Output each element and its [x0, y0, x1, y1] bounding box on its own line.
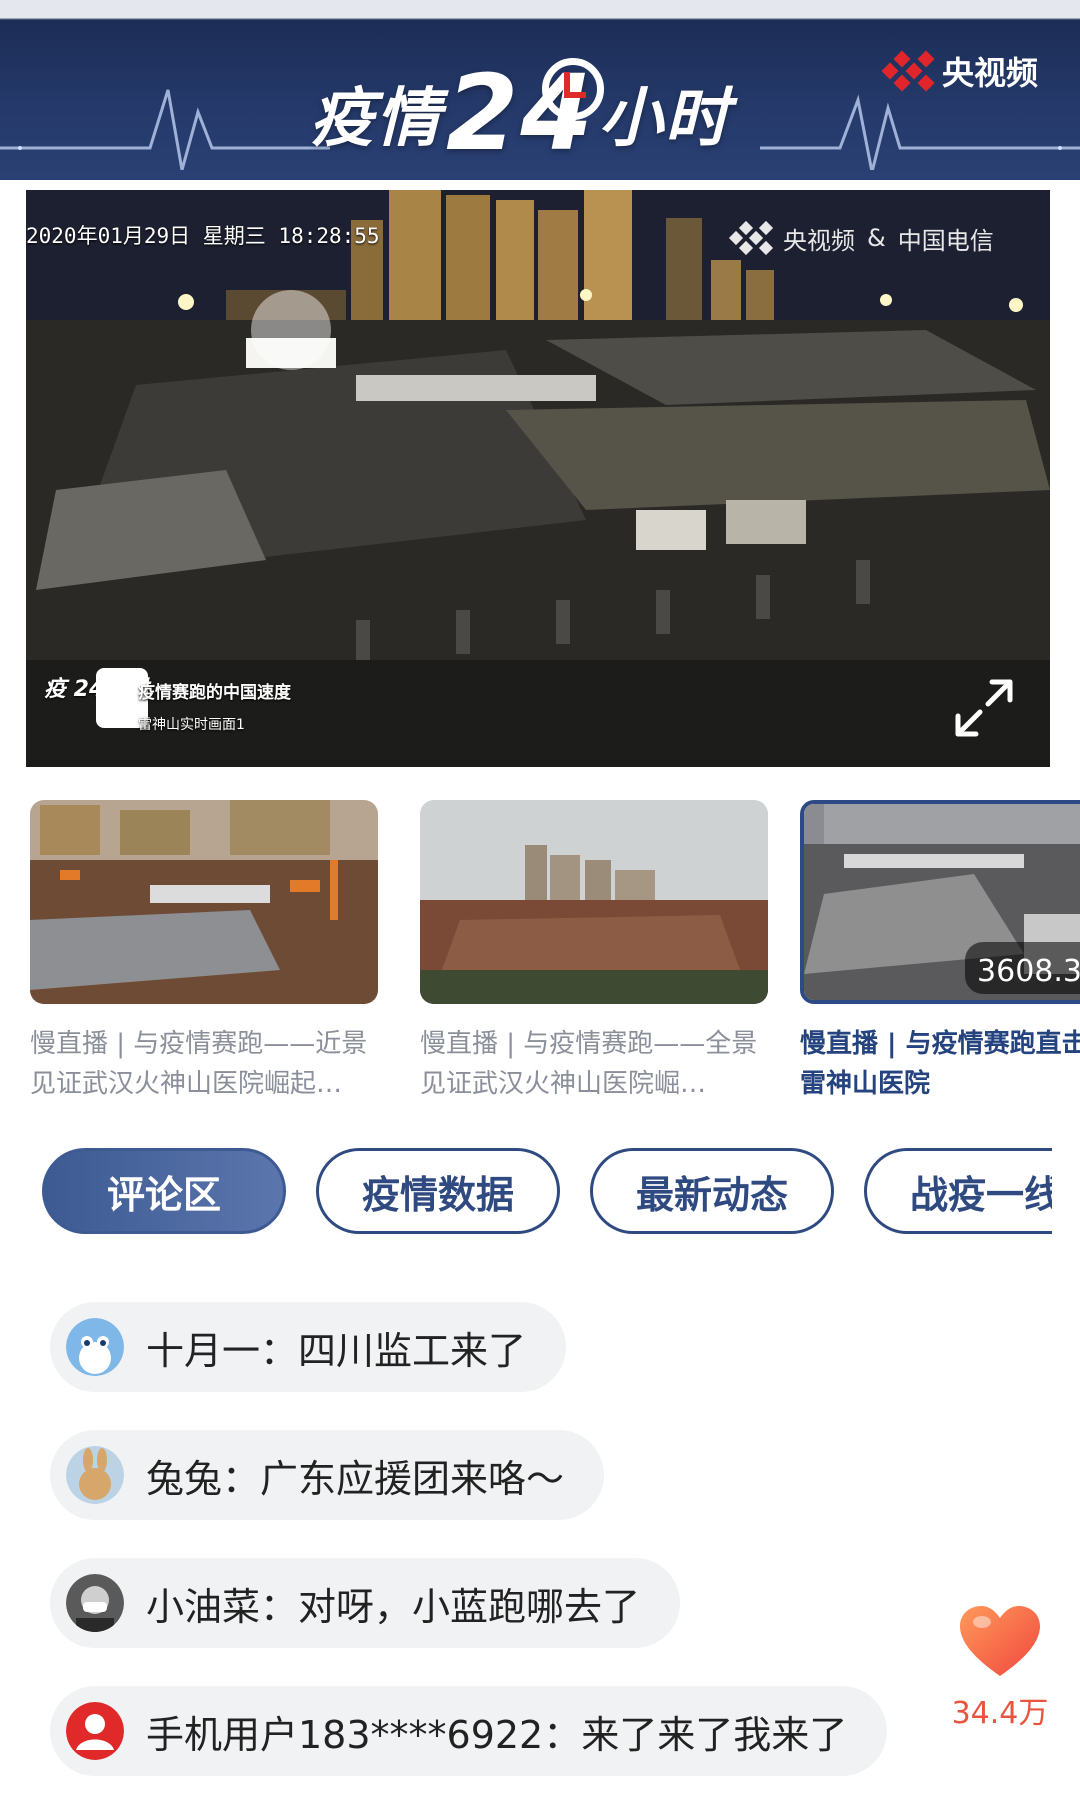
video-overlay-tag: 疫 24小时 疫情赛跑的中国速度 雷神山实时画面1 [44, 668, 334, 750]
live-video-player[interactable]: 2020年01月29日 星期三 18:28:55 央视频 & 中国电信 疫 24… [26, 190, 1050, 767]
video-watermark: 央视频 & 中国电信 [728, 220, 994, 256]
cartoon-avatar[interactable] [66, 1318, 124, 1376]
comment-text: 小油菜：对呀，小蓝跑哪去了 [146, 1584, 641, 1629]
comment-item: 小油菜：对呀，小蓝跑哪去了 [50, 1558, 681, 1648]
heart-icon[interactable] [958, 1604, 1042, 1680]
status-strip [0, 0, 1080, 18]
playlist-thumbnail[interactable]: 3608.3万人 [800, 800, 1080, 1004]
overlay-subtitle: 雷神山实时画面1 [138, 717, 245, 733]
default-user-avatar[interactable] [66, 1702, 124, 1760]
like-button[interactable]: 34.4万 [950, 1604, 1050, 1732]
program-title: 疫情 24 小时 [310, 52, 780, 174]
watermark-brand: 央视频 [783, 226, 855, 255]
tab-comments[interactable]: 评论区 [42, 1148, 286, 1234]
clock-hand-icon [564, 92, 586, 98]
fullscreen-icon[interactable] [952, 676, 1016, 740]
playlist-item-active[interactable]: 3608.3万人 慢直播 | 与疫情赛跑直击武汉雷神山医院 [800, 800, 1080, 1104]
comment-item: 兔兔：广东应援团来咯～ [50, 1430, 605, 1520]
program-title-part1: 疫情 [310, 82, 442, 156]
masked-person-avatar[interactable] [66, 1574, 124, 1632]
comment-text: 手机用户183****6922：来了来了我来了 [146, 1712, 848, 1757]
tab-epidemic-data[interactable]: 疫情数据 [316, 1148, 560, 1234]
tab-frontline[interactable]: 战疫一线 [864, 1148, 1052, 1234]
playlist-caption[interactable]: 慢直播 | 与疫情赛跑——全景见证武汉火神山医院崛… [420, 1024, 780, 1104]
cctv-logo-label: 央视频 [942, 54, 1039, 92]
thumbnail-image [30, 800, 378, 1004]
tab-latest-news[interactable]: 最新动态 [590, 1148, 834, 1234]
header-banner: 疫情 24 小时 央视频 [0, 0, 1080, 180]
rabbit-avatar[interactable] [66, 1446, 124, 1504]
program-title-part2: 小时 [598, 82, 731, 156]
clock-icon [542, 58, 604, 120]
video-timestamp: 2020年01月29日 星期三 18:28:55 [26, 224, 380, 248]
playlist-thumbnail[interactable] [420, 800, 768, 1004]
playlist-thumbnail[interactable] [30, 800, 378, 1004]
cctv-video-logo: 央视频 [881, 48, 1039, 94]
watermark-partner: 中国电信 [897, 226, 994, 255]
thumbnail-image [420, 800, 768, 1004]
like-count: 34.4万 [951, 1696, 1049, 1731]
program-title-number: 24 [446, 52, 604, 174]
playlist-item[interactable]: 慢直播 | 与疫情赛跑——全景见证武汉火神山医院崛… [420, 800, 768, 1104]
comment-text: 兔兔：广东应援团来咯～ [146, 1456, 565, 1501]
cctv-logo-icon [728, 220, 774, 256]
playlist-caption[interactable]: 慢直播 | 与疫情赛跑直击武汉雷神山医院 [800, 1024, 1080, 1104]
watermark-amp: & [867, 224, 886, 252]
video-playlist: 慢直播 | 与疫情赛跑——近景见证武汉火神山医院崛起… 慢直播 | 与疫情赛跑—… [0, 800, 1080, 1120]
overlay-title: 疫情赛跑的中国速度 [138, 683, 291, 703]
comment-item: 十月一：四川监工来了 [50, 1302, 567, 1392]
playlist-item[interactable]: 慢直播 | 与疫情赛跑——近景见证武汉火神山医院崛起… [30, 800, 378, 1104]
comment-text: 十月一：四川监工来了 [146, 1328, 527, 1373]
cctv-logo-icon [881, 48, 935, 94]
tab-bar: 评论区 疫情数据 最新动态 战疫一线 [0, 1148, 1052, 1238]
playlist-caption[interactable]: 慢直播 | 与疫情赛跑——近景见证武汉火神山医院崛起… [30, 1024, 390, 1104]
comment-item: 手机用户183****6922：来了来了我来了 [50, 1686, 888, 1776]
view-count-badge: 3608.3万人 [965, 942, 1080, 994]
